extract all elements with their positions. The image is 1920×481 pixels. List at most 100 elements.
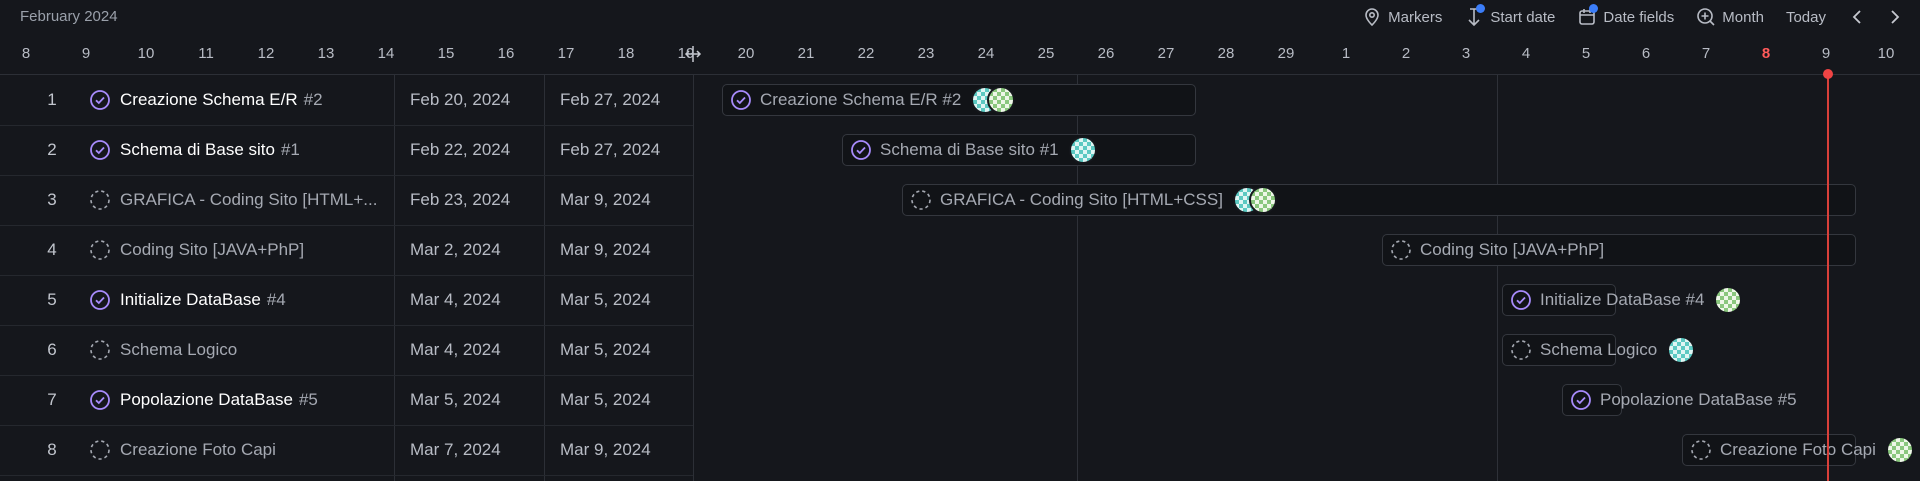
- today-button[interactable]: Today: [1786, 9, 1826, 26]
- task-bar-label[interactable]: Schema Logico: [1510, 334, 1696, 366]
- task-row[interactable]: 1 Creazione Schema E/R #2 Feb 20, 2024 Feb 2…: [0, 75, 693, 126]
- pending-circle-icon[interactable]: [89, 439, 111, 461]
- start-date-cell[interactable]: Feb 22, 2024: [410, 140, 510, 160]
- task-title[interactable]: GRAFICA - Coding Sito [HTML+...: [120, 190, 380, 210]
- gantt-timeline: Creazione Schema E/R #2 Schema di Base si…: [694, 75, 1920, 481]
- day-tick: 21: [797, 45, 815, 62]
- pending-circle-icon: [910, 189, 932, 211]
- check-circle-icon[interactable]: [89, 289, 111, 311]
- task-title[interactable]: Schema Logico: [120, 340, 380, 360]
- start-date-label: Start date: [1490, 8, 1556, 26]
- start-date-button[interactable]: Start date: [1464, 4, 1556, 27]
- check-circle-icon: [1570, 389, 1592, 411]
- task-title[interactable]: Coding Sito [JAVA+PhP]: [120, 240, 380, 260]
- day-tick: 23: [917, 45, 935, 62]
- task-bar-label[interactable]: Popolazione DataBase #5: [1570, 384, 1797, 416]
- previous-button[interactable]: [1848, 7, 1868, 27]
- task-row[interactable]: 8 Creazione Foto Capi Mar 7, 2024 Mar 9, 20…: [0, 425, 693, 476]
- assignee-avatars[interactable]: [1667, 336, 1696, 364]
- task-row[interactable]: 4 Coding Sito [JAVA+PhP] Mar 2, 2024 Mar 9,…: [0, 225, 693, 276]
- start-date-cell[interactable]: Mar 5, 2024: [410, 390, 501, 410]
- task-row[interactable]: 6 Schema Logico Mar 4, 2024 Mar 5, 2024: [0, 325, 693, 376]
- task-bar-label[interactable]: Coding Sito [JAVA+PhP]: [1390, 234, 1604, 266]
- day-tick: 6: [1641, 45, 1651, 62]
- month-label: Month: [1722, 8, 1764, 26]
- task-row[interactable]: 3 GRAFICA - Coding Sito [HTML+... Feb 23, …: [0, 175, 693, 226]
- end-date-cell[interactable]: Mar 5, 2024: [560, 290, 651, 310]
- check-circle-icon[interactable]: [89, 89, 111, 111]
- end-date-cell[interactable]: Feb 27, 2024: [560, 90, 660, 110]
- start-date-cell[interactable]: Mar 4, 2024: [410, 290, 501, 310]
- task-row[interactable]: 7 Popolazione DataBase #5 Mar 5, 2024 Mar 5,…: [0, 375, 693, 426]
- pending-circle-icon[interactable]: [89, 239, 111, 261]
- end-date-cell[interactable]: Feb 27, 2024: [560, 140, 660, 160]
- day-tick: 20: [737, 45, 755, 62]
- avatar[interactable]: [1667, 336, 1696, 364]
- assignee-avatars[interactable]: [971, 86, 1016, 114]
- pending-circle-icon[interactable]: [89, 189, 111, 211]
- date-fields-label: Date fields: [1603, 8, 1675, 26]
- task-bar-label[interactable]: GRAFICA - Coding Sito [HTML+CSS]: [910, 184, 1277, 216]
- end-date-cell[interactable]: Mar 5, 2024: [560, 340, 651, 360]
- task-title[interactable]: Creazione Foto Capi: [120, 440, 380, 460]
- task-title[interactable]: Initialize DataBase #4: [120, 290, 380, 310]
- day-ruler: 8 9 10 11 12 13 14 15 16 17 18 19 20 21 22 23 24 25 26 27 28…: [0, 34, 1920, 75]
- day-tick: 14: [377, 45, 395, 62]
- day-tick: 8: [1761, 45, 1771, 62]
- task-bar-label[interactable]: Creazione Schema E/R #2: [730, 84, 1016, 116]
- assignee-avatars[interactable]: [1232, 186, 1277, 214]
- end-date-cell[interactable]: Mar 9, 2024: [560, 190, 651, 210]
- day-tick: 26: [1097, 45, 1115, 62]
- end-date-cell[interactable]: Mar 9, 2024: [560, 440, 651, 460]
- next-button[interactable]: [1884, 7, 1904, 27]
- task-title[interactable]: Creazione Schema E/R #2: [120, 90, 380, 110]
- assignee-avatars[interactable]: [1068, 136, 1097, 164]
- day-tick: 3: [1461, 45, 1471, 62]
- end-date-cell[interactable]: Mar 9, 2024: [560, 240, 651, 260]
- markers-button[interactable]: Markers: [1362, 7, 1442, 27]
- start-date-cell[interactable]: Mar 2, 2024: [410, 240, 501, 260]
- avatar[interactable]: [1068, 136, 1097, 164]
- start-date-cell[interactable]: Feb 20, 2024: [410, 90, 510, 110]
- avatar[interactable]: [987, 86, 1016, 114]
- start-date-cell[interactable]: Feb 23, 2024: [410, 190, 510, 210]
- map-pin-icon: [1365, 8, 1379, 27]
- check-circle-icon[interactable]: [89, 139, 111, 161]
- day-tick: 15: [437, 45, 455, 62]
- task-row[interactable]: 2 Schema di Base sito #1 Feb 22, 2024 Feb 27…: [0, 125, 693, 176]
- date-fields-button[interactable]: Date fields: [1577, 4, 1675, 27]
- current-month-label: February 2024: [20, 8, 118, 25]
- day-tick: 28: [1217, 45, 1235, 62]
- end-date-cell[interactable]: Mar 5, 2024: [560, 390, 651, 410]
- task-title[interactable]: Popolazione DataBase #5: [120, 390, 380, 410]
- today-marker-dot: [1823, 69, 1833, 79]
- task-ref: #1: [280, 140, 300, 159]
- assignee-avatars[interactable]: [1714, 286, 1743, 314]
- avatar[interactable]: [1714, 286, 1743, 314]
- day-tick: 19: [677, 45, 695, 62]
- assignee-avatars[interactable]: [1885, 436, 1914, 464]
- start-date-cell[interactable]: Mar 7, 2024: [410, 440, 501, 460]
- check-circle-icon[interactable]: [89, 389, 111, 411]
- gantt-header: February 2024 Markers Start date Date fi…: [0, 0, 1920, 34]
- day-tick: 25: [1037, 45, 1055, 62]
- task-title[interactable]: Schema di Base sito #1: [120, 140, 380, 160]
- chevron-left-icon: [1852, 10, 1861, 24]
- today-label: Today: [1785, 8, 1826, 26]
- task-bar-label[interactable]: Creazione Foto Capi: [1690, 434, 1914, 466]
- pending-circle-icon[interactable]: [89, 339, 111, 361]
- task-row[interactable]: 5 Initialize DataBase #4 Mar 4, 2024 Mar 5, …: [0, 275, 693, 326]
- task-bar-label[interactable]: Schema di Base sito #1: [850, 134, 1097, 166]
- day-tick: 9: [1821, 45, 1831, 62]
- avatar[interactable]: [1248, 186, 1277, 214]
- markers-label: Markers: [1388, 8, 1443, 26]
- start-date-cell[interactable]: Mar 4, 2024: [410, 340, 501, 360]
- day-tick: 7: [1701, 45, 1711, 62]
- task-bar-label[interactable]: Initialize DataBase #4: [1510, 284, 1743, 316]
- avatar[interactable]: [1885, 436, 1914, 464]
- gantt-toolbar: Markers Start date Date fields Month Tod…: [1362, 0, 1920, 34]
- day-tick: 27: [1157, 45, 1175, 62]
- day-tick: 24: [977, 45, 995, 62]
- task-ref: #5: [298, 390, 318, 409]
- zoom-month-button[interactable]: Month: [1696, 7, 1764, 27]
